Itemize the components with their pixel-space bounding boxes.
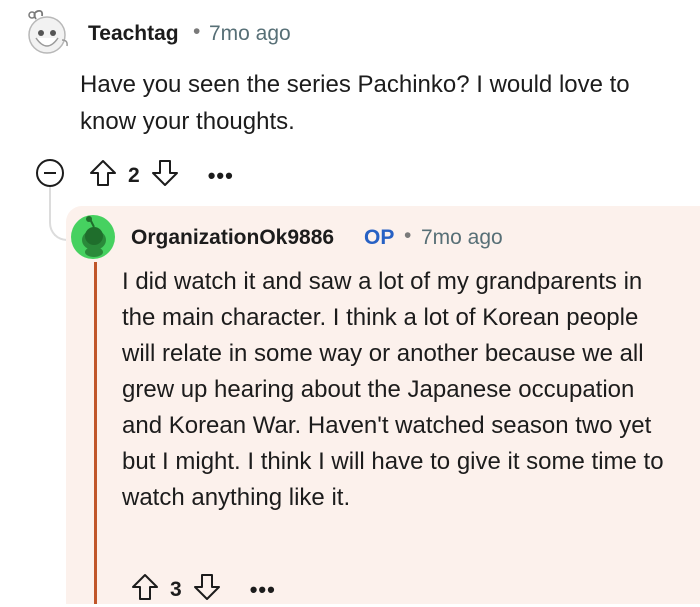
meta-separator: • — [404, 224, 412, 247]
downvote-button[interactable] — [150, 158, 180, 193]
downvote-button[interactable] — [192, 572, 222, 607]
snoo-avatar-icon — [28, 9, 68, 54]
reply-timestamp[interactable]: 7mo ago — [421, 226, 503, 250]
reply-username[interactable]: OrganizationOk9886 — [131, 226, 334, 250]
comment-body: Have you seen the series Pachinko? I wou… — [80, 71, 630, 135]
reply-body: I did watch it and saw a lot of my grand… — [122, 268, 664, 511]
more-options-button[interactable]: ••• — [250, 577, 276, 603]
op-badge: OP — [364, 226, 395, 249]
avatar-organizationok9886[interactable] — [70, 214, 116, 260]
comment-score: 2 — [128, 163, 140, 187]
comment-username[interactable]: Teachtag — [88, 22, 179, 46]
meta-separator: • — [193, 20, 201, 43]
more-options-button[interactable]: ••• — [208, 163, 234, 189]
comment-vote-bar: 2 ••• — [88, 158, 234, 193]
minus-icon — [44, 172, 56, 174]
reply-score: 3 — [170, 577, 182, 601]
upvote-button[interactable] — [130, 572, 160, 607]
comment-timestamp[interactable]: 7mo ago — [209, 22, 291, 46]
snoo-avatar-icon — [71, 215, 115, 259]
avatar-teachtag[interactable] — [22, 8, 72, 58]
upvote-arrow-icon — [132, 574, 158, 600]
downvote-arrow-icon — [193, 574, 220, 600]
upvote-arrow-icon — [90, 160, 116, 186]
downvote-arrow-icon — [151, 160, 178, 186]
reply-vote-bar: 3 ••• — [130, 572, 276, 607]
collapse-thread-button[interactable] — [36, 159, 64, 187]
upvote-button[interactable] — [88, 158, 118, 193]
reply-thread-bar[interactable] — [94, 262, 97, 604]
